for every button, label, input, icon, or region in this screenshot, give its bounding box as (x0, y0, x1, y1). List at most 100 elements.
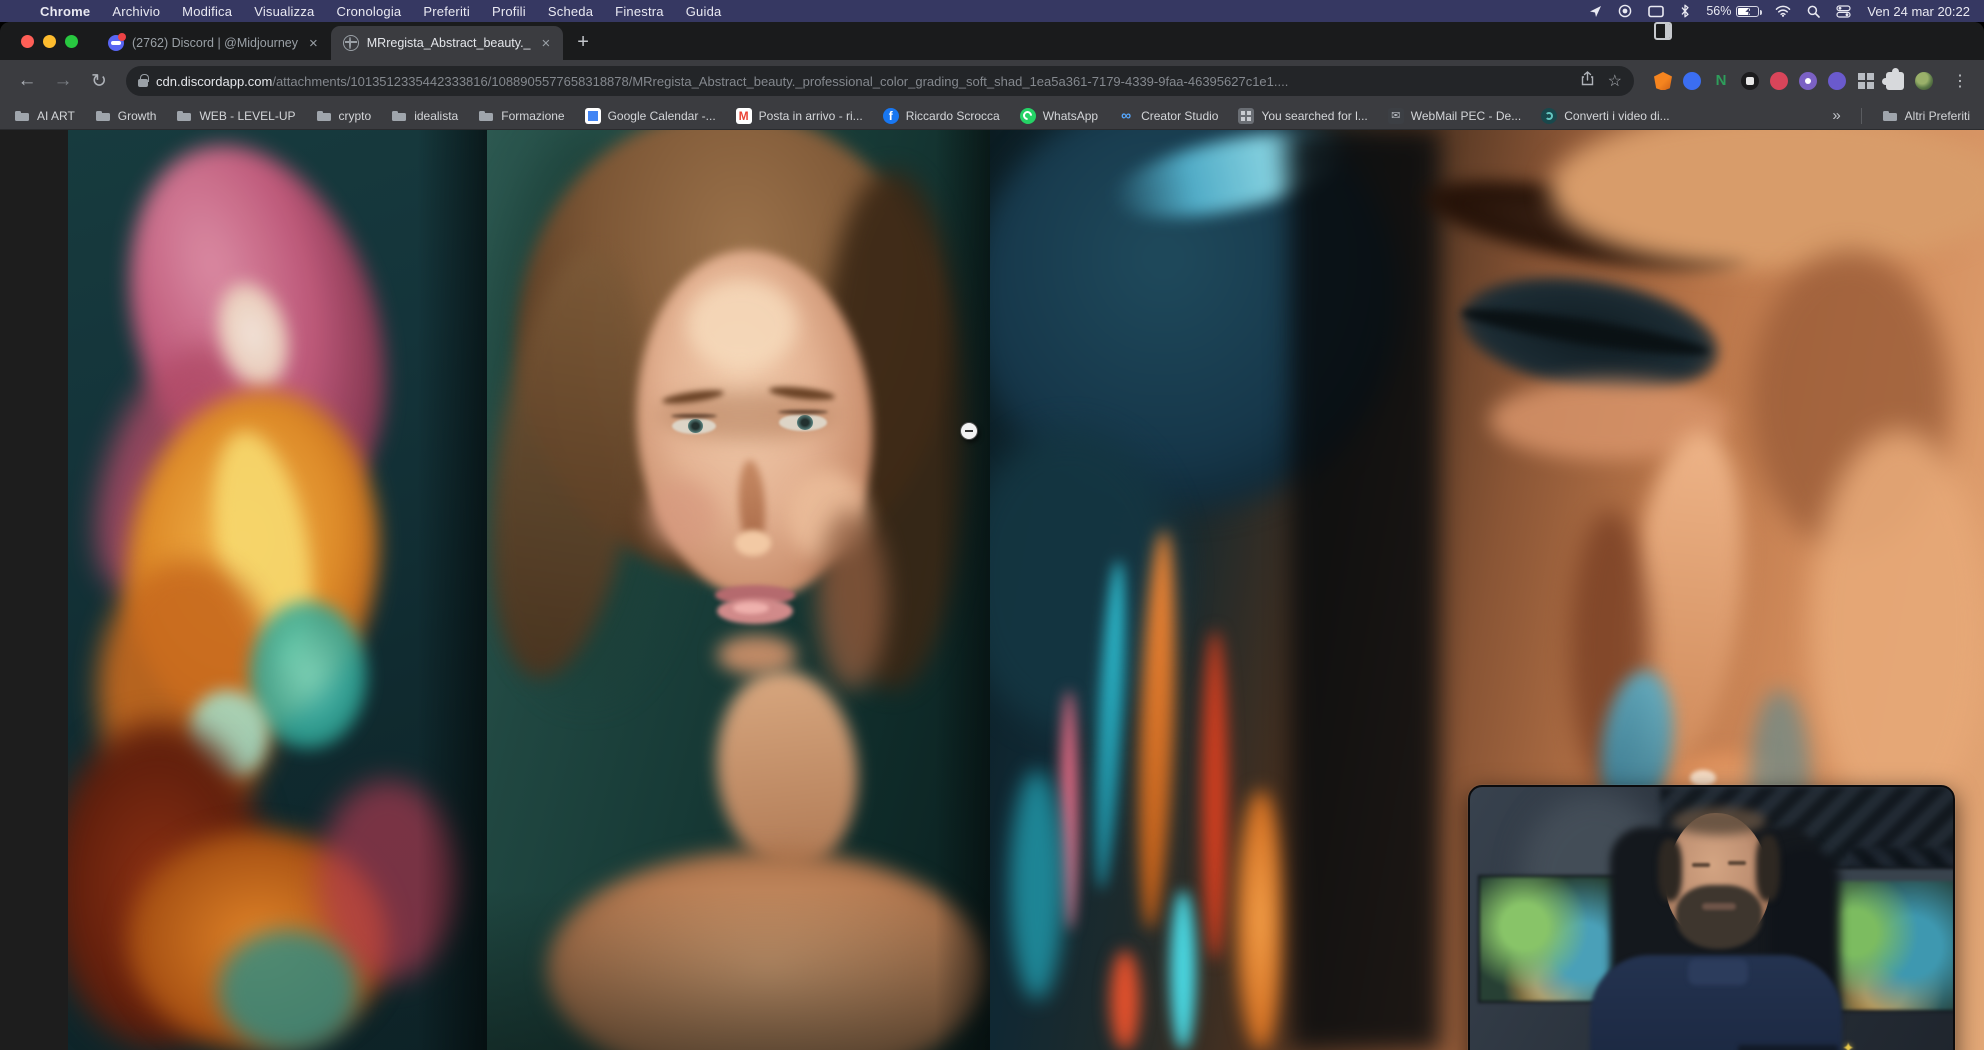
violet-extension-icon[interactable] (1828, 72, 1846, 90)
folder-icon (14, 108, 30, 124)
tab-title: (2762) Discord | @Midjourney (132, 36, 298, 50)
bookmarks-separator (1861, 108, 1862, 124)
blue-wallet-icon[interactable] (1683, 72, 1701, 90)
control-center-icon[interactable] (1836, 5, 1851, 18)
globe-favicon-icon (343, 35, 359, 51)
facebook-icon: f (883, 108, 899, 124)
menu-cronologia[interactable]: Cronologia (336, 4, 401, 19)
side-panel-icon[interactable] (1654, 22, 1672, 40)
close-window-button[interactable] (21, 35, 34, 48)
menu-preferiti[interactable]: Preferiti (423, 4, 470, 19)
bookmark-star-icon[interactable]: ☆ (1608, 71, 1622, 91)
spotlight-search-icon[interactable] (1807, 5, 1820, 18)
bookmark-facebook[interactable]: fRiccardo Scrocca (883, 108, 1000, 124)
gmail-icon: M (736, 108, 752, 124)
green-n-icon[interactable]: N (1712, 72, 1730, 90)
zoom-window-button[interactable] (65, 35, 78, 48)
location-arrow-icon[interactable] (1589, 5, 1602, 18)
forward-button[interactable]: → (48, 70, 78, 92)
back-button[interactable]: ← (12, 70, 42, 92)
metamask-icon[interactable] (1654, 72, 1672, 90)
red-extension-icon[interactable] (1770, 72, 1788, 90)
google-calendar-icon (585, 108, 601, 124)
artwork-panel-portrait (487, 130, 990, 1050)
chin-shade (717, 635, 797, 675)
new-tab-button[interactable]: + (563, 31, 603, 60)
battery-charging-icon (1736, 6, 1759, 17)
window-controls (0, 22, 96, 60)
bookmark-formazione[interactable]: Formazione (478, 108, 564, 124)
bookmark-idealista[interactable]: idealista (391, 108, 458, 124)
tab-discord[interactable]: (2762) Discord | @Midjourney × (96, 26, 331, 60)
reload-button[interactable]: ↻ (84, 70, 114, 93)
share-icon[interactable] (1581, 71, 1594, 91)
kebab-menu-icon[interactable]: ⋮ (1944, 71, 1972, 91)
puzzle-extensions-icon[interactable] (1886, 72, 1904, 90)
battery-percent: 56% (1706, 4, 1731, 18)
bookmark-gmail[interactable]: MPosta in arrivo - ri... (736, 108, 863, 124)
lip-highlight (733, 602, 769, 614)
display-mirroring-icon[interactable] (1648, 5, 1664, 18)
other-bookmarks[interactable]: Altri Preferiti (1882, 108, 1970, 124)
address-bar[interactable]: cdn.discordapp.com/attachments/101351233… (126, 66, 1634, 96)
close-tab-icon[interactable]: × (539, 35, 554, 52)
bookmark-you-searched[interactable]: You searched for l... (1238, 108, 1367, 124)
beard (1676, 885, 1762, 949)
light-streak-red2 (1110, 950, 1140, 1050)
forehead-highlight (687, 280, 797, 370)
bookmark-web-level-up[interactable]: WEB - LEVEL-UP (176, 108, 295, 124)
menu-archivio[interactable]: Archivio (112, 4, 160, 19)
apps-grid-icon[interactable] (1857, 72, 1875, 90)
bookmark-ai-art[interactable]: AI ART (14, 108, 75, 124)
extensions-area: N ⋮ (1646, 71, 1972, 91)
menu-guida[interactable]: Guida (686, 4, 722, 19)
wifi-icon[interactable] (1775, 5, 1791, 17)
neck (707, 663, 867, 877)
bookmark-creator-studio[interactable]: ∞Creator Studio (1118, 108, 1218, 124)
light-streak-teal (1010, 770, 1064, 1000)
menu-finestra[interactable]: Finestra (615, 4, 664, 19)
browser-window: (2762) Discord | @Midjourney × MRregista… (0, 22, 1984, 1050)
menu-scheda[interactable]: Scheda (548, 4, 593, 19)
eye-closed (1692, 863, 1710, 867)
menu-visualizza[interactable]: Visualizza (254, 4, 314, 19)
menu-modifica[interactable]: Modifica (182, 4, 232, 19)
macos-menubar: Chrome Archivio Modifica Visualizza Cron… (0, 0, 1984, 22)
dark-extension-icon[interactable] (1741, 72, 1759, 90)
nose-tip (735, 530, 771, 556)
hair-top (1672, 807, 1766, 835)
bookmark-crypto[interactable]: crypto (316, 108, 372, 124)
screen-record-icon[interactable] (1618, 4, 1632, 18)
menu-profili[interactable]: Profili (492, 4, 526, 19)
artwork-panel-abstract (68, 130, 487, 1050)
bookmark-growth[interactable]: Growth (95, 108, 157, 124)
left-iris (688, 419, 703, 433)
menubar-clock[interactable]: Ven 24 mar 20:22 (1867, 4, 1970, 19)
bookmark-whatsapp[interactable]: WhatsApp (1020, 108, 1098, 124)
tab-title: MRregista_Abstract_beauty._ (367, 36, 531, 50)
tab-image[interactable]: MRregista_Abstract_beauty._ × (331, 26, 564, 60)
bookmarks-overflow-chevron[interactable]: » (1832, 107, 1840, 124)
padlock-icon[interactable] (138, 79, 148, 87)
discord-favicon-icon (108, 35, 124, 51)
folder-icon (391, 108, 407, 124)
minimize-window-button[interactable] (43, 35, 56, 48)
shirt-collar (1688, 959, 1748, 985)
bookmark-converti-video[interactable]: Converti i video di... (1541, 108, 1669, 124)
page-content: ✦ (0, 130, 1984, 1050)
folder-icon (95, 108, 111, 124)
close-tab-icon[interactable]: × (306, 35, 321, 52)
specular-dot (1690, 770, 1716, 786)
bluetooth-icon[interactable] (1680, 4, 1690, 18)
bookmark-webmail-pec[interactable]: WebMail PEC - De... (1388, 108, 1521, 124)
webcam-watermark (1738, 1045, 1838, 1050)
bookmark-google-calendar[interactable]: Google Calendar -... (585, 108, 716, 124)
cheek-blush (647, 480, 717, 550)
bookmarks-bar: AI ART Growth WEB - LEVEL-UP crypto idea… (0, 102, 1984, 130)
light-streak-orange2 (1236, 790, 1286, 1050)
profile-avatar[interactable] (1915, 72, 1933, 90)
battery-indicator[interactable]: 56% (1706, 4, 1759, 18)
light-streak-cyan2 (1170, 890, 1196, 1050)
menu-chrome[interactable]: Chrome (40, 4, 90, 19)
purple-extension-icon[interactable] (1799, 72, 1817, 90)
